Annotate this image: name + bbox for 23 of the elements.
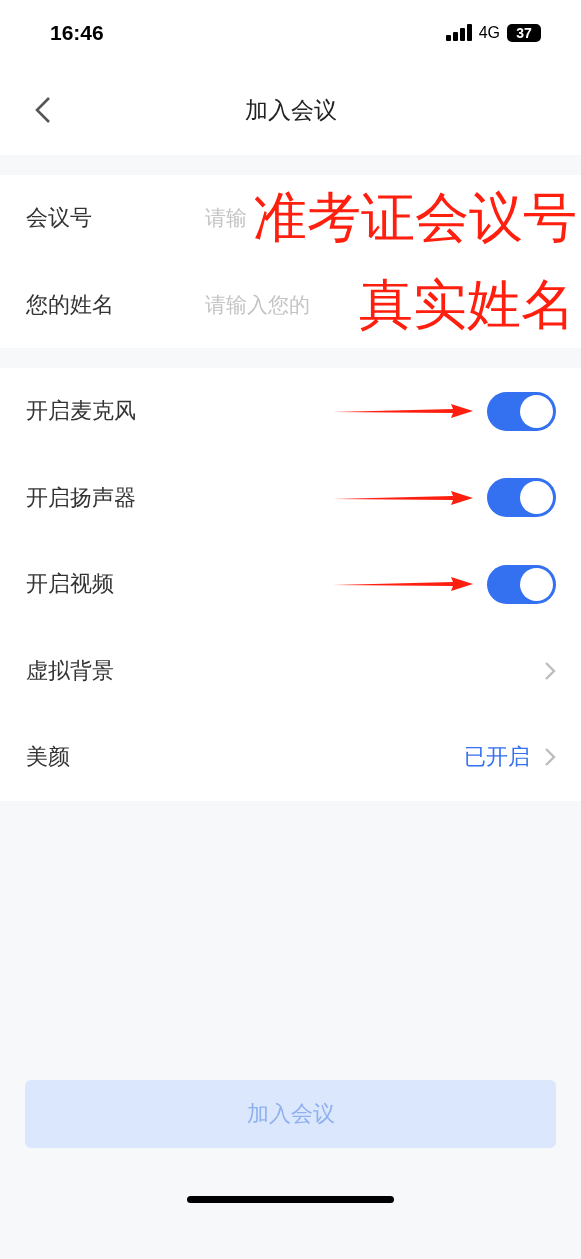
input-field[interactable]: 请输入您的 bbox=[205, 292, 319, 317]
setting-label: 开启视频 bbox=[26, 570, 115, 599]
setting-label: 美颜 bbox=[26, 743, 71, 772]
chevron-right-icon bbox=[544, 660, 556, 681]
setting-label: 虚拟背景 bbox=[26, 656, 115, 685]
back-icon[interactable] bbox=[34, 96, 52, 124]
annotation-text: 准考证会议号 bbox=[253, 191, 577, 246]
setting-label: 开启扬声器 bbox=[26, 483, 137, 512]
page-title: 加入会议 bbox=[244, 95, 337, 125]
signal-icon bbox=[445, 24, 472, 41]
annotation-text: 真实姓名 bbox=[359, 277, 575, 332]
status-time: 16:46 bbox=[50, 20, 104, 45]
network-type: 4G bbox=[478, 23, 500, 42]
field-label: 您的姓名 bbox=[26, 290, 115, 319]
battery-level: 37 bbox=[507, 23, 541, 42]
input-field[interactable]: 请输 bbox=[205, 206, 253, 231]
toggle-switch[interactable] bbox=[487, 564, 556, 604]
setting-label: 开启麦克风 bbox=[26, 397, 137, 426]
setting-value: 已开启 bbox=[464, 743, 530, 772]
field-label: 会议号 bbox=[26, 204, 93, 233]
toggle-switch[interactable] bbox=[487, 391, 556, 431]
chevron-right-icon bbox=[544, 747, 556, 768]
toggle-switch[interactable] bbox=[487, 478, 556, 518]
